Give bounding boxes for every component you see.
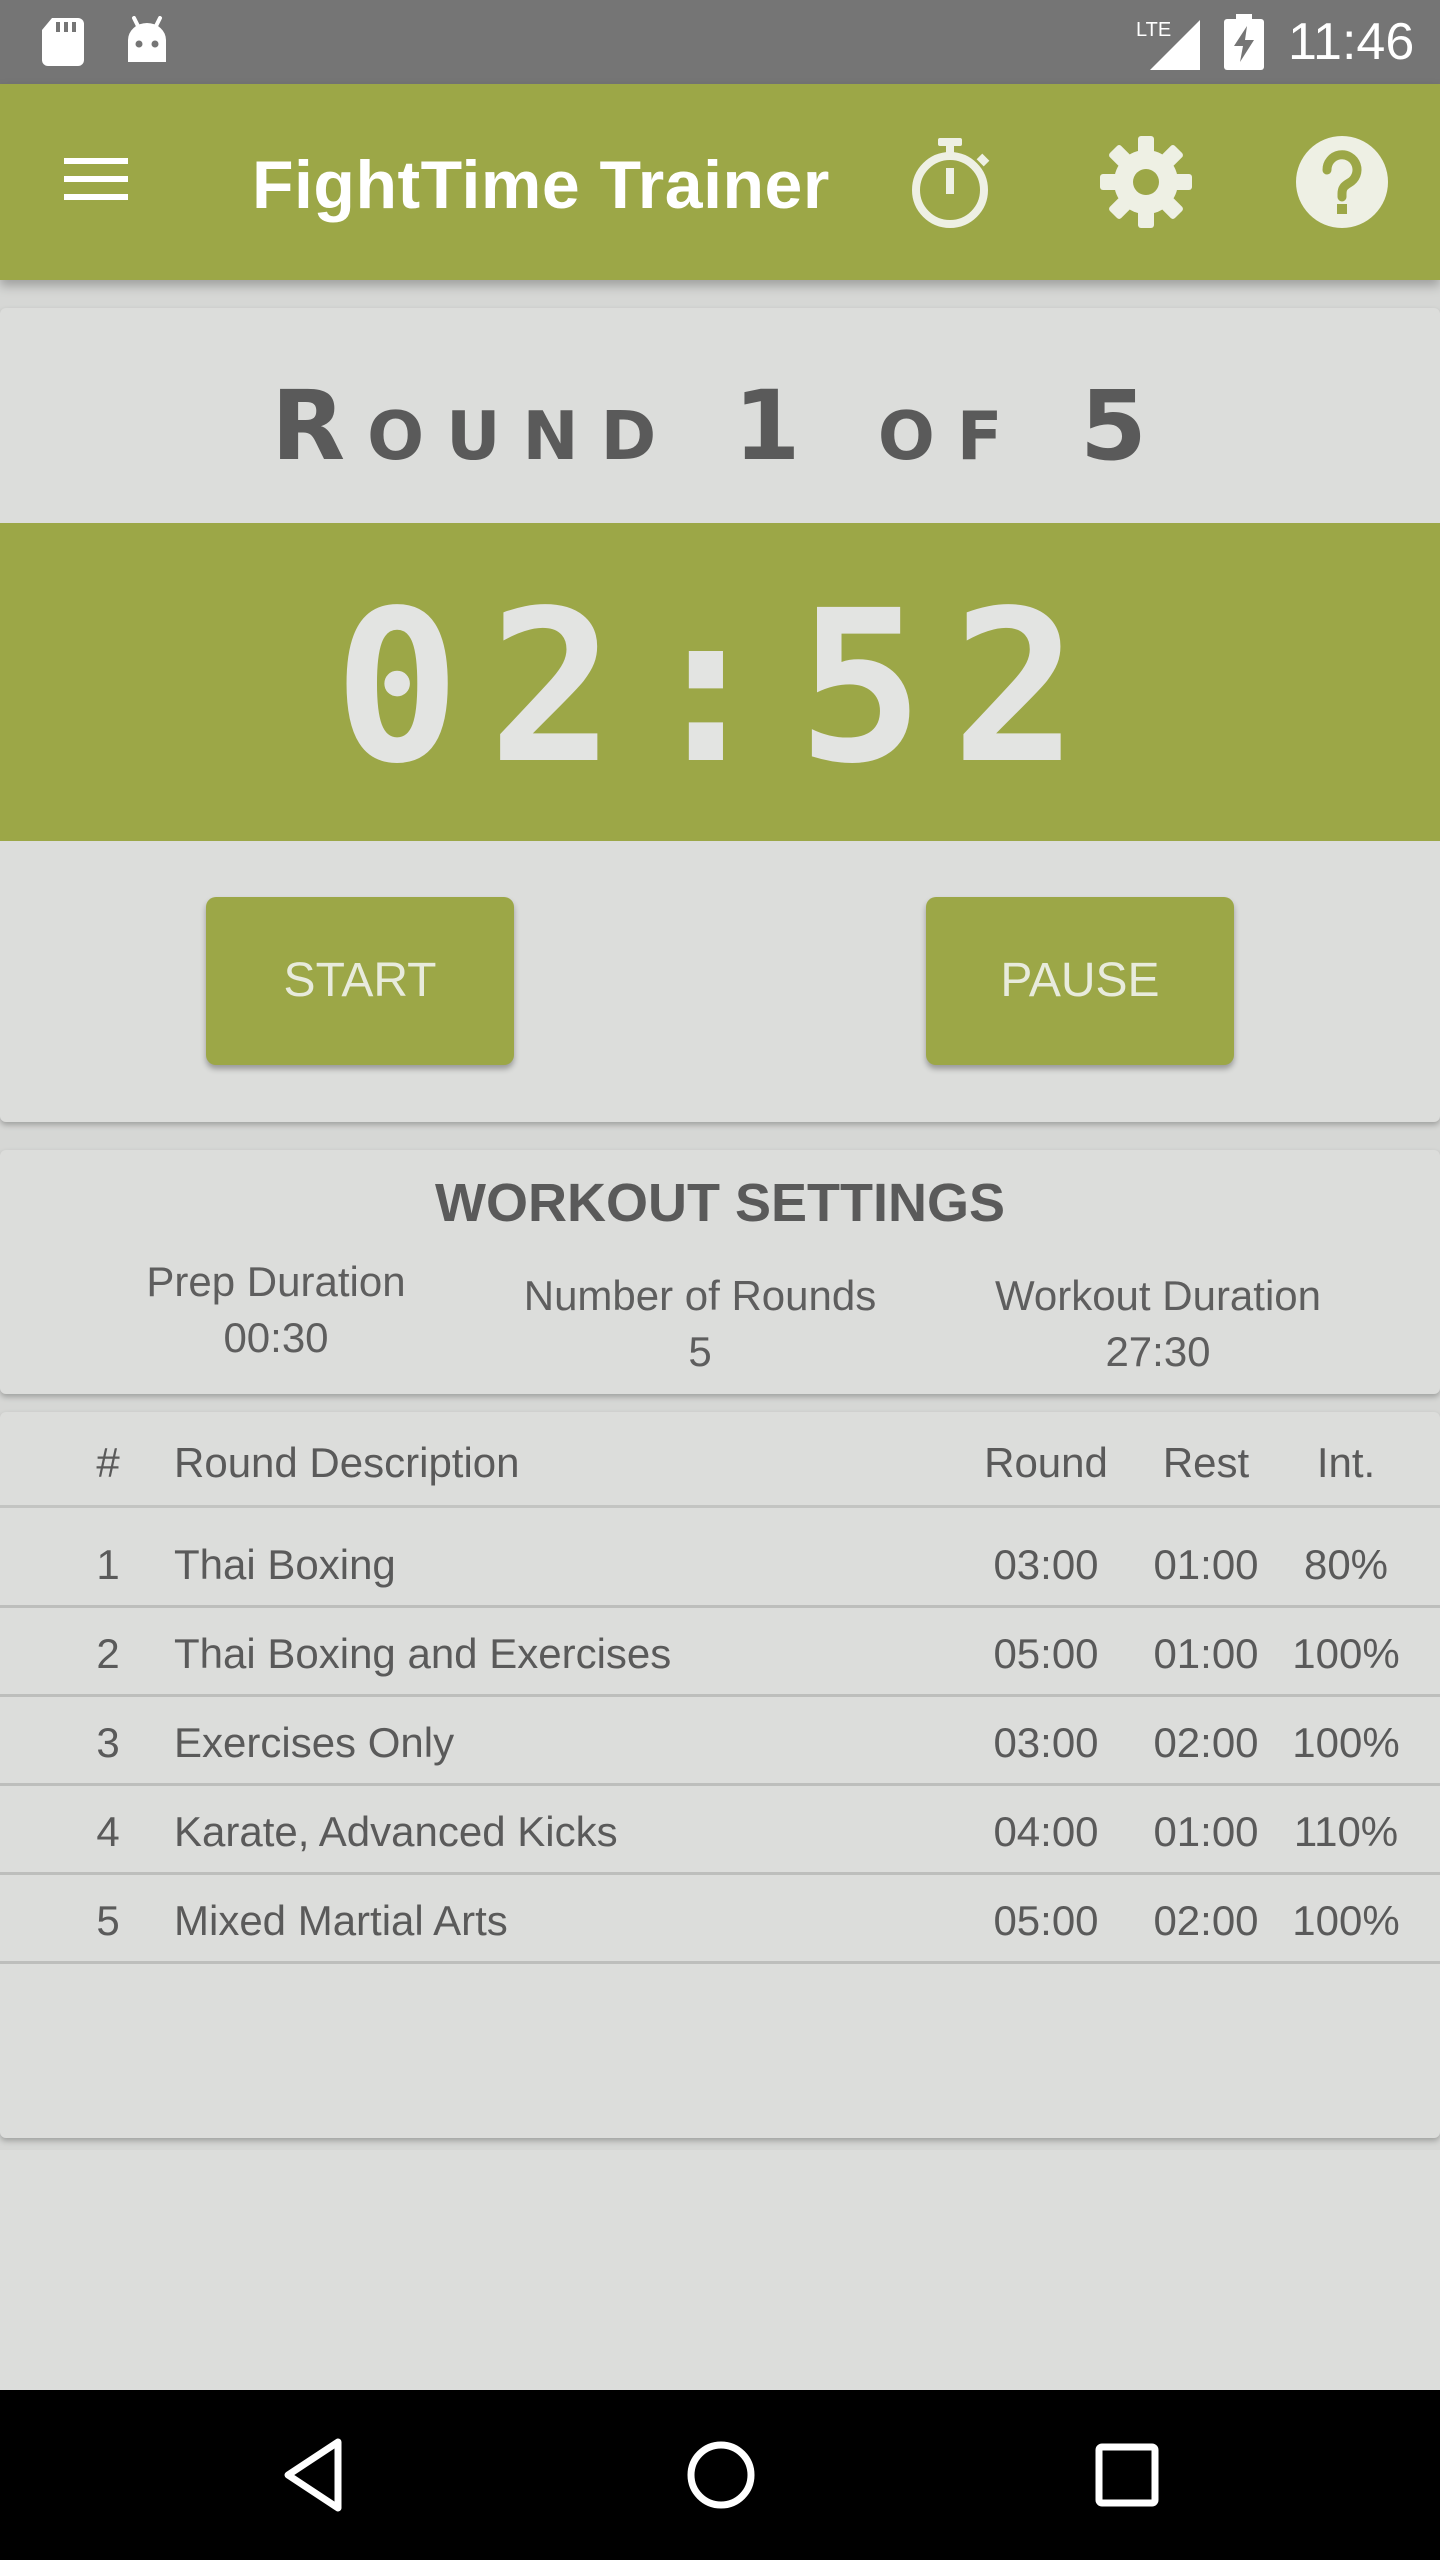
row-num: 5 <box>96 1897 120 1944</box>
rounds-table: # Round Description Round Rest Int. 1 Th… <box>0 1412 1440 2138</box>
timer-card: Round 1 of 5 02:52 START PAUSE <box>0 308 1440 1122</box>
table-row[interactable]: 4 Karate, Advanced Kicks 04:00 01:00 110… <box>0 1789 1440 1875</box>
svg-text:LTE: LTE <box>1136 19 1171 41</box>
row-num: 2 <box>96 1630 120 1677</box>
row-rest-time: 01:00 <box>1153 1808 1259 1855</box>
row-description: Mixed Martial Arts <box>174 1897 508 1944</box>
row-round-time: 03:00 <box>993 1719 1099 1766</box>
pause-button[interactable]: PAUSE <box>926 897 1234 1065</box>
row-round-time: 03:00 <box>993 1541 1099 1588</box>
number-of-rounds: Number of Rounds 5 <box>500 1268 900 1380</box>
stopwatch-icon[interactable] <box>902 134 998 230</box>
system-nav-bar <box>0 2390 1440 2560</box>
table-row[interactable]: 5 Mixed Martial Arts 05:00 02:00 100% <box>0 1878 1440 1964</box>
row-num: 3 <box>96 1719 120 1766</box>
row-num: 4 <box>96 1808 120 1855</box>
row-description: Thai Boxing and Exercises <box>174 1630 672 1677</box>
workout-duration-label: Workout Duration <box>994 1272 1322 1319</box>
prep-duration: Prep Duration 00:30 <box>100 1254 452 1366</box>
prep-duration-label: Prep Duration <box>146 1258 406 1305</box>
round-indicator: Round 1 of 5 <box>271 370 1169 482</box>
battery-charging-icon <box>1224 14 1264 70</box>
recents-icon[interactable] <box>1082 2430 1172 2520</box>
row-description: Exercises Only <box>174 1719 455 1766</box>
number-of-rounds-label: Number of Rounds <box>523 1272 877 1319</box>
bottom-empty-area <box>0 2150 1440 2390</box>
row-description: Thai Boxing <box>174 1541 396 1588</box>
back-icon[interactable] <box>270 2430 360 2520</box>
row-rest-time: 01:00 <box>1153 1541 1259 1588</box>
header-description: Round Description <box>174 1439 520 1486</box>
workout-settings-card[interactable]: WORKOUT SETTINGS Prep Duration 00:30 Num… <box>0 1150 1440 1394</box>
row-intensity: 80% <box>1303 1541 1389 1588</box>
header-intensity: Int. <box>1316 1439 1376 1486</box>
home-icon[interactable] <box>676 2430 766 2520</box>
app-bar: FightTime Trainer <box>0 84 1440 280</box>
start-button[interactable]: START <box>206 897 514 1065</box>
gear-icon[interactable] <box>1098 134 1194 230</box>
time-display-panel: 02:52 <box>0 523 1440 841</box>
row-description: Karate, Advanced Kicks <box>174 1808 618 1855</box>
row-intensity: 100% <box>1292 1630 1400 1677</box>
status-bar: LTE 11:46 <box>0 0 1440 84</box>
help-icon[interactable] <box>1294 134 1390 230</box>
row-rest-time: 02:00 <box>1153 1897 1259 1944</box>
table-row[interactable]: 3 Exercises Only 03:00 02:00 100% <box>0 1700 1440 1786</box>
prep-duration-value: 00:30 <box>223 1314 329 1361</box>
row-intensity: 110% <box>1293 1808 1399 1855</box>
row-round-time: 05:00 <box>993 1897 1099 1944</box>
row-intensity: 100% <box>1292 1897 1400 1944</box>
row-rest-time: 01:00 <box>1153 1630 1259 1677</box>
row-round-time: 04:00 <box>993 1808 1099 1855</box>
table-row[interactable]: 1 Thai Boxing 03:00 01:00 80% <box>0 1522 1440 1608</box>
menu-icon[interactable] <box>56 144 136 214</box>
workout-duration-value: 27:30 <box>1105 1328 1211 1375</box>
row-intensity: 100% <box>1292 1719 1400 1766</box>
row-rest-time: 02:00 <box>1153 1719 1259 1766</box>
app-title: FightTime Trainer <box>252 147 830 223</box>
status-time: 11:46 <box>1288 13 1415 71</box>
settings-title: WORKOUT SETTINGS <box>435 1173 1005 1233</box>
workout-duration: Workout Duration 27:30 <box>958 1268 1358 1380</box>
number-of-rounds-value: 5 <box>688 1328 712 1375</box>
table-header: # Round Description Round Rest Int. <box>0 1412 1440 1508</box>
row-round-time: 05:00 <box>993 1630 1099 1677</box>
table-row[interactable]: 2 Thai Boxing and Exercises 05:00 01:00 … <box>0 1611 1440 1697</box>
sd-card-icon <box>42 18 84 66</box>
android-icon <box>128 16 166 62</box>
lte-signal-icon: LTE <box>1136 19 1200 70</box>
countdown-clock: 02:52 <box>333 565 1107 810</box>
row-num: 1 <box>96 1541 120 1588</box>
header-num: # <box>96 1439 120 1486</box>
header-rest: Rest <box>1162 1439 1250 1486</box>
header-round: Round <box>984 1439 1108 1486</box>
